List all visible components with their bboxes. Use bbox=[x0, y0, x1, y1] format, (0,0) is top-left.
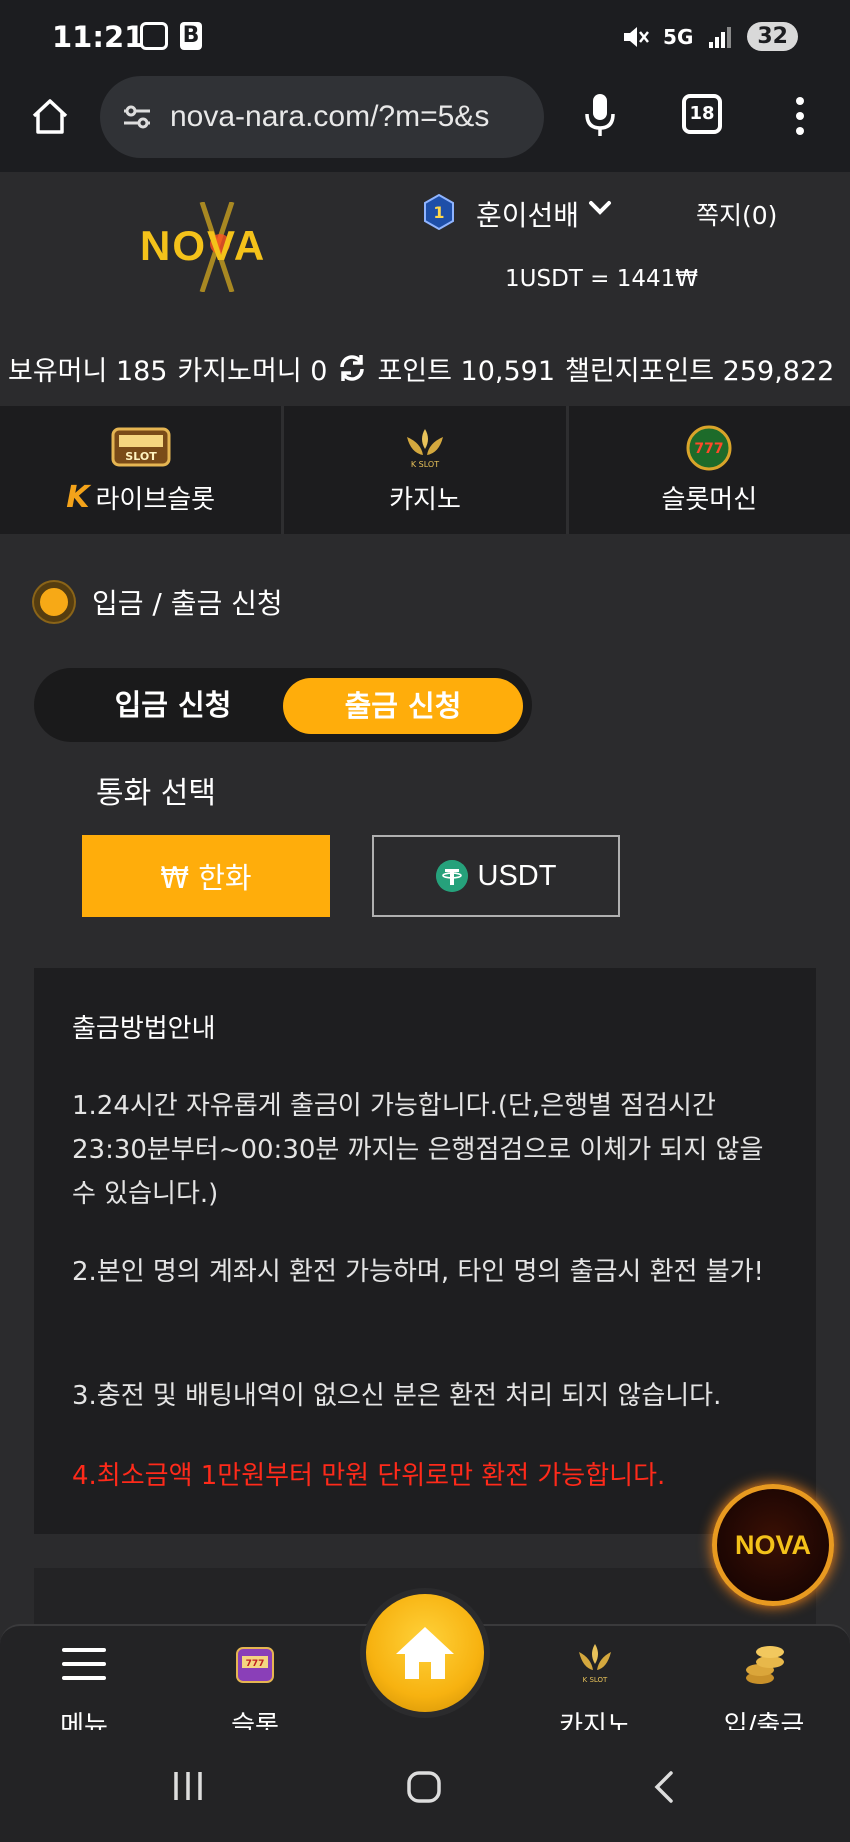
microphone-icon[interactable] bbox=[582, 92, 618, 140]
guide-line: 3.충전 및 배팅내역이 없으신 분은 환전 처리 되지 않습니다. bbox=[72, 1381, 722, 1411]
nova-logo[interactable]: NOVA bbox=[132, 202, 302, 292]
currency-krw-button[interactable]: ₩ 한화 bbox=[82, 835, 330, 917]
screenshot-icon bbox=[140, 22, 168, 50]
guide-warning-line: 4.최소금액 1만원부터 만원 단위로만 환전 가능합니다. bbox=[72, 1461, 666, 1491]
withdraw-guide: 출금방법안내 1.24시간 자유롭게 출금이 가능합니다.(단,은행별 점검시간… bbox=[34, 968, 816, 1534]
currency-usdt-button[interactable]: USDT bbox=[372, 835, 620, 917]
tab-deposit[interactable]: 입금 신청 bbox=[68, 668, 278, 742]
challenge-points: 챌린지포인트 259,822 bbox=[565, 355, 835, 387]
home-icon bbox=[396, 1627, 454, 1679]
b-app-icon: B bbox=[180, 22, 202, 50]
browser-toolbar: nova-nara.com/?m=5&s 18 bbox=[0, 76, 850, 172]
address-bar[interactable]: nova-nara.com/?m=5&s bbox=[100, 76, 544, 158]
mute-icon bbox=[624, 26, 650, 47]
guide-line: 2.본인 명의 계좌시 환전 가능하며, 타인 명의 출금시 환전 불가! bbox=[72, 1257, 764, 1287]
points: 포인트 10,591 bbox=[377, 355, 556, 387]
chevron-down-icon[interactable] bbox=[588, 200, 612, 216]
site-settings-icon[interactable] bbox=[122, 105, 152, 129]
tether-icon bbox=[435, 860, 468, 892]
nav-casino[interactable]: K SLOT 카지노 bbox=[535, 1640, 655, 1742]
home-fab[interactable] bbox=[360, 1588, 490, 1718]
battery-indicator: 32 bbox=[747, 22, 798, 51]
svg-text:777: 777 bbox=[246, 1659, 265, 1669]
network-type: 5G bbox=[663, 24, 694, 49]
currency-label: 통화 선택 bbox=[96, 776, 216, 811]
k-slot-icon: K SLOT bbox=[406, 428, 443, 469]
refresh-icon[interactable] bbox=[337, 353, 367, 383]
tab-switcher-button[interactable]: 18 bbox=[682, 94, 722, 134]
rank-badge-icon: 1 bbox=[424, 194, 454, 230]
home-icon[interactable] bbox=[28, 94, 72, 138]
guide-title: 출금방법안내 bbox=[72, 1014, 216, 1044]
home-circle-icon[interactable] bbox=[406, 1770, 442, 1804]
777-slots-icon: 777 bbox=[686, 425, 732, 470]
holding-money: 보유머니 185 bbox=[8, 355, 168, 387]
hamburger-icon bbox=[62, 1648, 106, 1680]
svg-text:K SLOT: K SLOT bbox=[583, 1676, 608, 1684]
nav-deposit-withdraw[interactable]: 입/출금 bbox=[704, 1640, 824, 1742]
live-slot-icon: SLOT bbox=[111, 427, 171, 466]
coins-icon bbox=[746, 1646, 784, 1684]
signal-icon bbox=[709, 26, 732, 48]
casino-money: 카지노머니 0 bbox=[177, 355, 328, 387]
tab-withdraw[interactable]: 출금 신청 bbox=[283, 678, 523, 734]
svg-text:777: 777 bbox=[695, 441, 724, 457]
floating-nova-button[interactable]: NOVA bbox=[712, 1484, 834, 1606]
messages-link[interactable]: 쪽지(0) bbox=[696, 196, 777, 232]
bullet-icon bbox=[34, 582, 74, 622]
category-live-slot[interactable]: SLOT K 라이브슬롯 bbox=[0, 406, 285, 534]
exchange-rate: 1USDT = 1441₩ bbox=[505, 266, 698, 292]
more-options-icon[interactable] bbox=[794, 96, 806, 136]
deposit-withdraw-toggle: 입금 신청 출금 신청 bbox=[34, 668, 532, 742]
nav-menu[interactable]: 메뉴 bbox=[24, 1640, 144, 1742]
back-icon[interactable] bbox=[652, 1770, 676, 1804]
guide-line: 1.24시간 자유롭게 출금이 가능합니다.(단,은행별 점검시간 23:30분… bbox=[72, 1091, 764, 1209]
status-bar: 11:21 B 5G 32 bbox=[0, 0, 850, 76]
system-nav-bar bbox=[0, 1730, 850, 1842]
svg-text:K SLOT: K SLOT bbox=[411, 460, 439, 469]
section-title: 입금 / 출금 신청 bbox=[34, 582, 283, 622]
recent-apps-icon[interactable] bbox=[170, 1770, 206, 1802]
balance-bar: 보유머니 185 카지노머니 0 포인트 10,591 챌린지포인트 259,8… bbox=[0, 330, 850, 406]
svg-text:SLOT: SLOT bbox=[125, 450, 157, 463]
status-time: 11:21 bbox=[52, 20, 145, 54]
url-text: nova-nara.com/?m=5&s bbox=[170, 100, 490, 133]
category-tabs: SLOT K 라이브슬롯 K SLOT 카지노 777 슬롯머신 bbox=[0, 406, 850, 534]
category-casino[interactable]: K SLOT 카지노 bbox=[284, 406, 569, 534]
casino-icon: K SLOT bbox=[579, 1644, 611, 1684]
page-title: 입금 / 출금 신청 bbox=[92, 587, 283, 620]
slot-machine-icon: 777 bbox=[236, 1647, 274, 1683]
category-slot-machine[interactable]: 777 슬롯머신 bbox=[569, 406, 850, 534]
k-brand-icon: K bbox=[66, 479, 90, 515]
nav-slot[interactable]: 777 슬롯 bbox=[195, 1640, 315, 1742]
svg-text:1: 1 bbox=[433, 203, 444, 222]
user-name[interactable]: 훈이선배 bbox=[476, 194, 579, 234]
site-header: NOVA 1 훈이선배 쪽지(0) 1USDT = 1441₩ bbox=[0, 172, 850, 330]
